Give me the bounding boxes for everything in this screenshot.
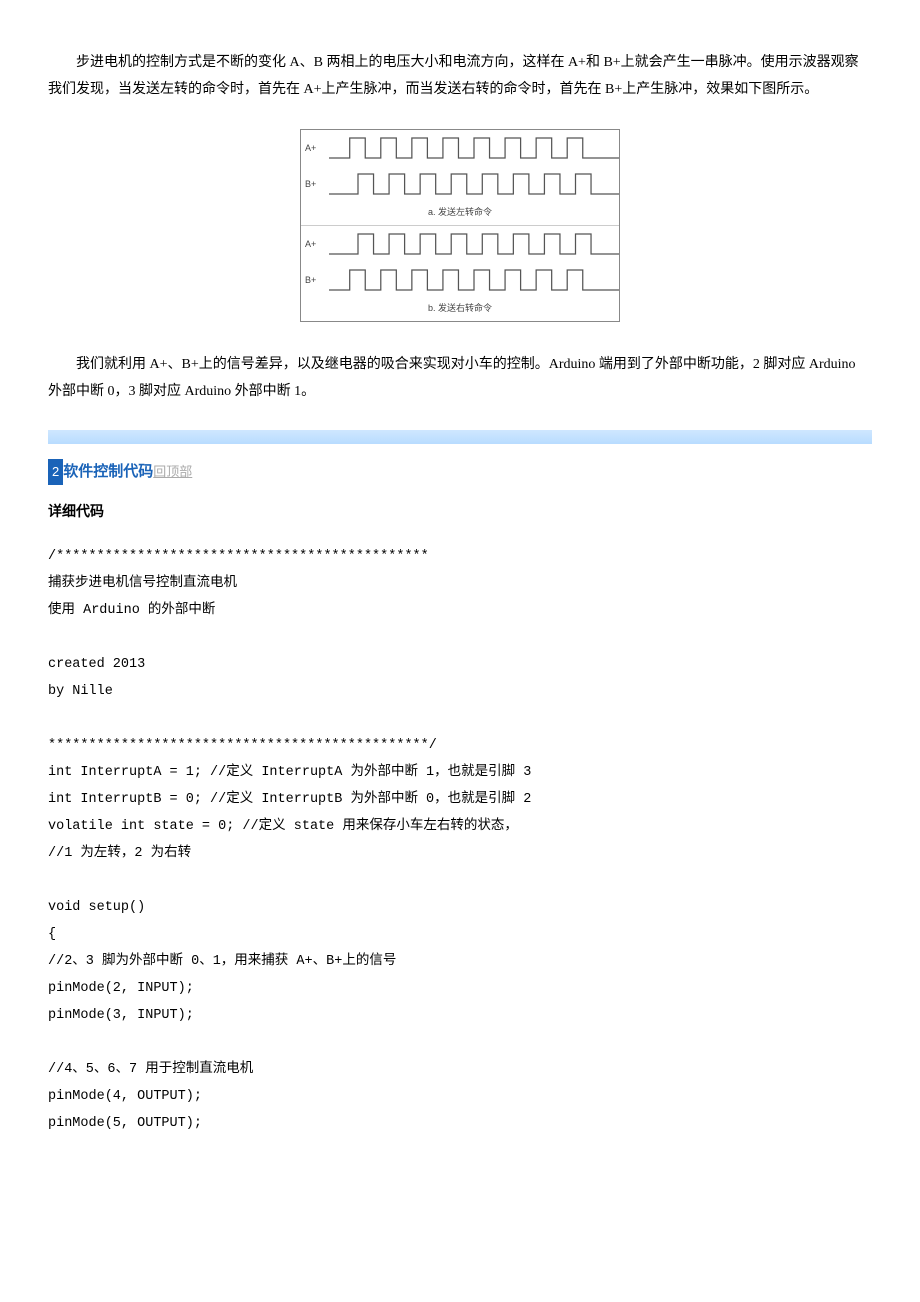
code-line: by Nille: [48, 684, 113, 699]
figure-row-b-plus-2: B+: [301, 262, 619, 298]
subheading: 详细代码: [48, 500, 872, 527]
code-line: ****************************************…: [48, 738, 437, 753]
code-line: pinMode(3, INPUT);: [48, 1008, 194, 1023]
code-line: pinMode(2, INPUT);: [48, 981, 194, 996]
figure-row-a-plus-2: A+: [301, 226, 619, 262]
code-line: {: [48, 927, 56, 942]
code-block: /***************************************…: [48, 543, 872, 1137]
figure-container: A+ B+ a. 发送左转命令 A+ B+ b. 发送右转命令: [48, 129, 872, 322]
code-line: created 2013: [48, 657, 145, 672]
code-line: int InterruptA = 1; //定义 InterruptA 为外部中…: [48, 765, 531, 780]
section-divider: [48, 430, 872, 444]
figure-label: B+: [301, 176, 329, 193]
figure-label: A+: [301, 236, 329, 253]
code-line: pinMode(5, OUTPUT);: [48, 1116, 202, 1131]
waveform-figure: A+ B+ a. 发送左转命令 A+ B+ b. 发送右转命令: [300, 129, 620, 322]
intro-paragraph-1: 步进电机的控制方式是不断的变化 A、B 两相上的电压大小和电流方向，这样在 A+…: [48, 50, 872, 103]
figure-label: A+: [301, 140, 329, 157]
section-number-box: 2: [48, 459, 63, 486]
code-line: //2、3 脚为外部中断 0、1，用来捕获 A+、B+上的信号: [48, 954, 396, 969]
figure-row-a-plus-1: A+: [301, 130, 619, 166]
waveform-icon: [329, 226, 619, 262]
figure-row-b-plus-1: B+: [301, 166, 619, 202]
code-line: int InterruptB = 0; //定义 InterruptB 为外部中…: [48, 792, 531, 807]
back-to-top-link[interactable]: 回顶部: [153, 464, 192, 479]
figure-caption-a: a. 发送左转命令: [301, 202, 619, 226]
waveform-icon: [329, 166, 619, 202]
section-title: 软件控制代码: [63, 464, 153, 480]
code-line: 捕获步进电机信号控制直流电机: [48, 576, 237, 591]
code-line: /***************************************…: [48, 549, 429, 564]
waveform-icon: [329, 130, 619, 166]
code-line: void setup(): [48, 900, 145, 915]
waveform-icon: [329, 262, 619, 298]
code-line: volatile int state = 0; //定义 state 用来保存小…: [48, 819, 518, 834]
section-heading: 2软件控制代码回顶部: [48, 458, 872, 487]
code-line: //4、5、6、7 用于控制直流电机: [48, 1062, 253, 1077]
figure-label: B+: [301, 272, 329, 289]
figure-caption-b: b. 发送右转命令: [301, 298, 619, 321]
intro-paragraph-2: 我们就利用 A+、B+上的信号差异，以及继电器的吸合来实现对小车的控制。Ardu…: [48, 352, 872, 405]
code-line: //1 为左转，2 为右转: [48, 846, 191, 861]
code-line: pinMode(4, OUTPUT);: [48, 1089, 202, 1104]
code-line: 使用 Arduino 的外部中断: [48, 603, 215, 618]
